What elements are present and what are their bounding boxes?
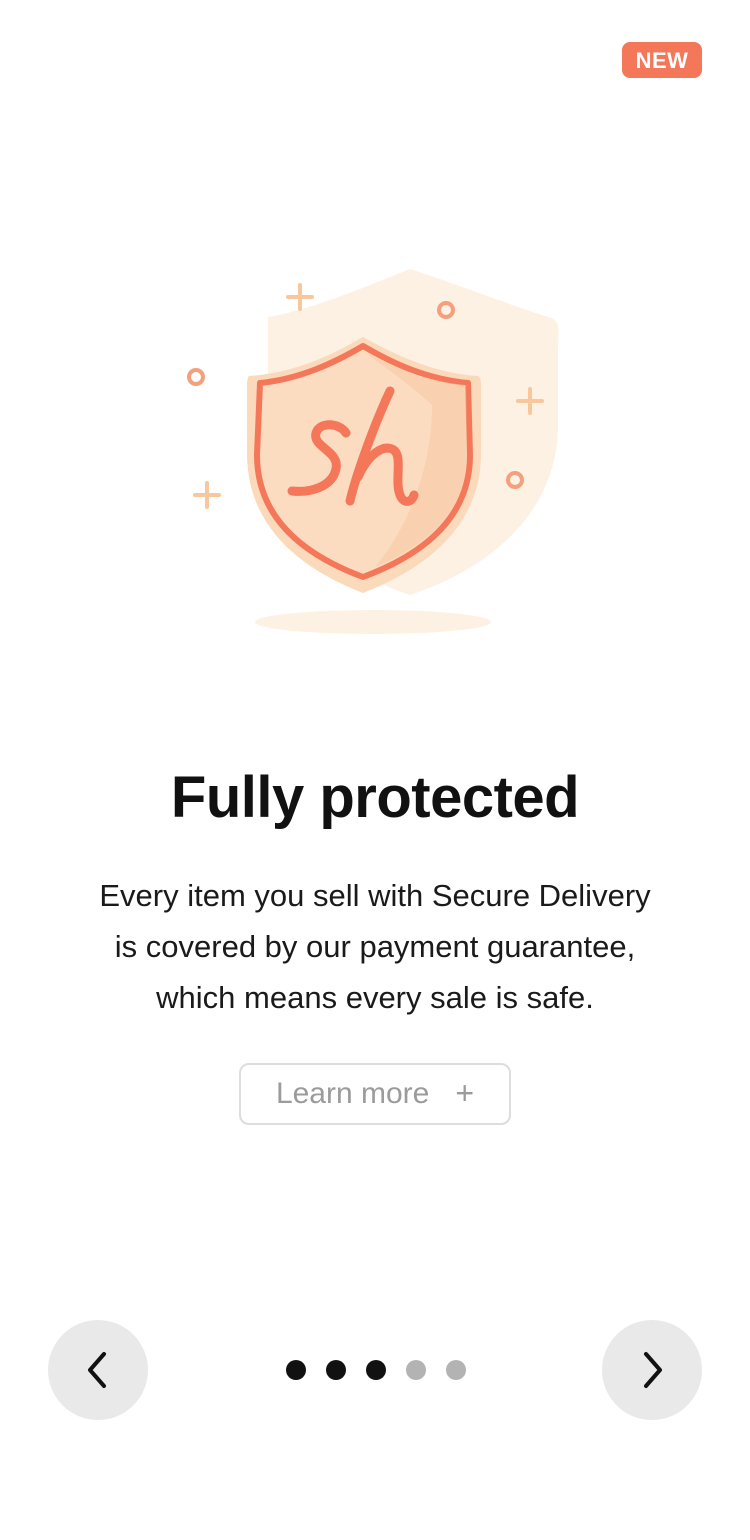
chevron-right-icon	[644, 1352, 662, 1388]
description-line: is covered by our payment guarantee,	[114, 929, 636, 964]
page-dot[interactable]	[286, 1360, 306, 1380]
plus-icon: +	[455, 1075, 475, 1111]
page-dot[interactable]	[446, 1360, 466, 1380]
description-line: which means every sale is safe.	[156, 980, 594, 1015]
learn-more-label: Learn more	[275, 1077, 430, 1110]
shield-icon	[187, 269, 559, 634]
page-dot[interactable]	[406, 1360, 426, 1380]
next-button[interactable]	[602, 1320, 702, 1420]
shadow	[255, 610, 491, 634]
new-badge: NEW	[622, 42, 702, 78]
page-indicator	[286, 1360, 466, 1380]
page-title: Fully protected	[170, 765, 580, 830]
onboarding-screen: NEW Fully protected Every item you sell …	[0, 0, 750, 1540]
description: Every item you sell with Secure Delivery…	[35, 870, 715, 1023]
shield-illustration	[170, 255, 580, 645]
description-line: Every item you sell with Secure Delivery	[99, 878, 651, 913]
page-dot[interactable]	[366, 1360, 386, 1380]
learn-more-button[interactable]: Learn more +	[239, 1063, 511, 1125]
chevron-left-icon	[88, 1352, 106, 1388]
previous-button[interactable]	[48, 1320, 148, 1420]
page-dot[interactable]	[326, 1360, 346, 1380]
